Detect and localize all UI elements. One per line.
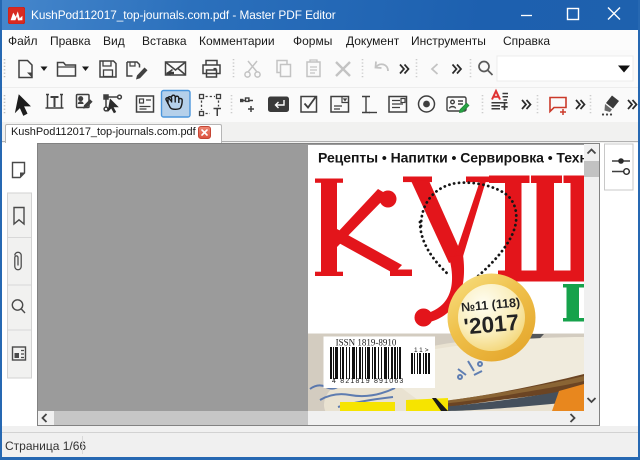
- svg-text:ISSN 1819-8910: ISSN 1819-8910: [336, 338, 397, 348]
- svg-text:Рецепты • Напитки • Сервировка: Рецепты • Напитки • Сервировка • Техника: [318, 150, 584, 166]
- svg-text:4 821819 891063: 4 821819 891063: [332, 378, 405, 385]
- svg-text:11>: 11>: [414, 347, 431, 354]
- svg-text:'2017: '2017: [463, 310, 520, 340]
